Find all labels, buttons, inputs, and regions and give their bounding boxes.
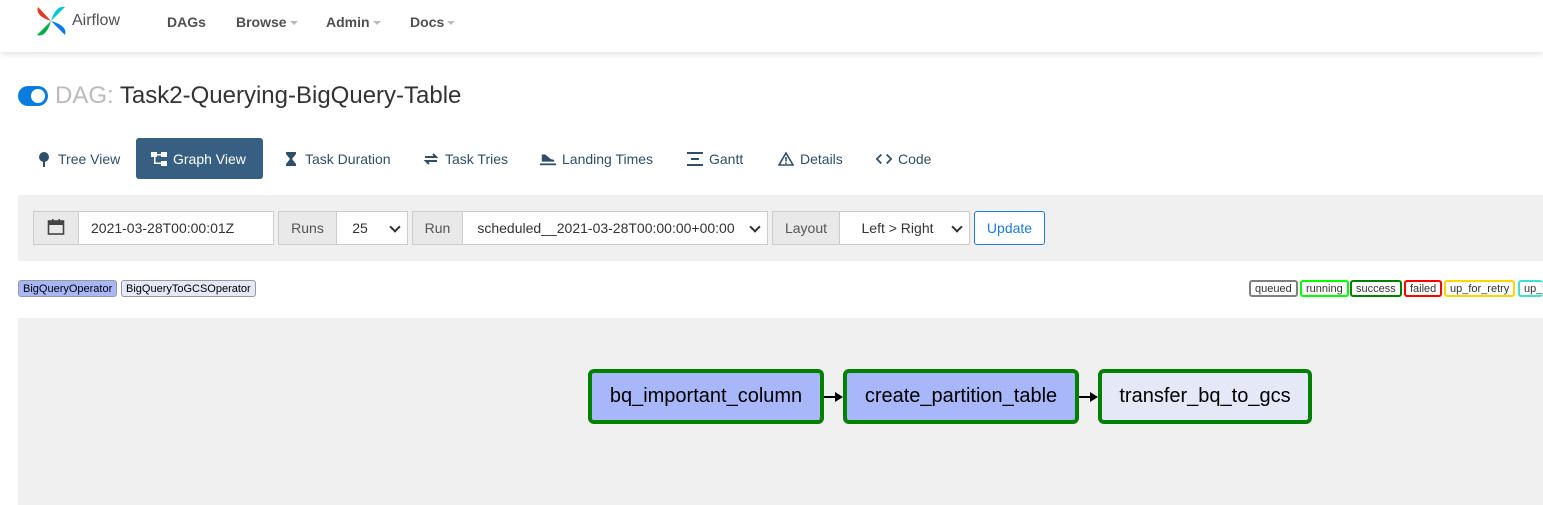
- legend-state-queued[interactable]: queued: [1249, 280, 1298, 297]
- caret-down-icon: [447, 21, 456, 25]
- run-select-value: scheduled__2021-03-28T00:00:00+00:00: [477, 220, 735, 236]
- legend-state-up-for-retry[interactable]: up_for_retry: [1444, 280, 1516, 297]
- chevron-down-icon: [749, 221, 761, 233]
- tab-graph-view[interactable]: Graph View: [136, 138, 263, 179]
- chevron-down-icon: [389, 221, 401, 233]
- dag-graph-canvas[interactable]: bq_important_column create_partition_tab…: [18, 318, 1543, 505]
- tab-label: Task Duration: [305, 150, 391, 167]
- run-label: Run: [412, 211, 463, 245]
- legend-state-up-for-reschedule[interactable]: up_t: [1518, 280, 1543, 297]
- legend-operator-bigquerytogcsoperator: BigQueryToGCSOperator: [121, 280, 256, 297]
- brand-name: Airflow: [72, 12, 121, 29]
- toggle-knob: [31, 89, 45, 103]
- nav-browse-label: Browse: [236, 14, 287, 30]
- graph-controls-bar: 2021-03-28T00:00:01Z Runs 25 Run schedul…: [18, 195, 1543, 261]
- run-select[interactable]: scheduled__2021-03-28T00:00:00+00:00: [462, 211, 768, 245]
- nav-admin-label: Admin: [326, 14, 370, 30]
- tab-label: Graph View: [173, 150, 246, 167]
- base-date-input[interactable]: 2021-03-28T00:00:01Z: [78, 211, 274, 245]
- task-node-transfer-bq-to-gcs[interactable]: transfer_bq_to_gcs: [1098, 369, 1312, 424]
- legend-state-failed[interactable]: failed: [1404, 280, 1443, 297]
- dag-prefix: DAG:: [55, 82, 114, 109]
- edge-line: [1079, 396, 1090, 398]
- legend-label: success: [1356, 282, 1396, 295]
- top-navbar: Airflow DAGs Browse Admin Docs: [0, 0, 1543, 52]
- gantt-icon: [687, 151, 703, 167]
- update-button-label: Update: [986, 220, 1033, 236]
- legend-state-success[interactable]: success: [1350, 280, 1402, 297]
- nav-browse-dropdown[interactable]: Browse: [236, 14, 298, 30]
- edge-line: [824, 396, 835, 398]
- tab-task-duration[interactable]: Task Duration: [268, 138, 406, 179]
- dag-pause-toggle[interactable]: [18, 86, 48, 106]
- nav-docs-dropdown[interactable]: Docs: [410, 14, 456, 30]
- runs-select[interactable]: 25: [336, 211, 408, 245]
- layout-select-value: Left > Right: [861, 220, 934, 236]
- caret-down-icon: [372, 21, 381, 25]
- tab-label: Landing Times: [562, 150, 654, 167]
- arrowhead-icon: [1090, 392, 1098, 402]
- tab-code[interactable]: Code: [861, 138, 946, 179]
- layout-select[interactable]: Left > Right: [839, 211, 970, 245]
- tab-label: Details: [800, 150, 843, 167]
- warning-icon: [778, 151, 794, 167]
- legend-label: failed: [1410, 282, 1437, 295]
- page-title: DAG: Task2-Querying-BigQuery-Table: [55, 82, 461, 110]
- caret-down-icon: [289, 21, 298, 25]
- tab-details[interactable]: Details: [763, 138, 858, 179]
- dag-name: Task2-Querying-BigQuery-Table: [119, 82, 462, 109]
- calendar-icon: [47, 218, 65, 239]
- legend-label: running: [1306, 282, 1343, 295]
- nav-admin-dropdown[interactable]: Admin: [326, 14, 381, 30]
- legend-label: up_for_retry: [1450, 282, 1510, 295]
- tab-label: Task Tries: [445, 150, 509, 167]
- graph-icon: [151, 151, 167, 167]
- brand-logo-link[interactable]: Airflow: [32, 2, 120, 40]
- airflow-pinwheel-icon: [37, 6, 66, 36]
- task-node-label: transfer_bq_to_gcs: [1119, 385, 1291, 407]
- legend-label: queued: [1255, 282, 1292, 295]
- nav-dags[interactable]: DAGs: [167, 14, 206, 30]
- legend-state-running[interactable]: running: [1300, 280, 1349, 297]
- arrowhead-icon: [835, 392, 843, 402]
- tab-gantt[interactable]: Gantt: [672, 138, 758, 179]
- landing-icon: [540, 151, 556, 167]
- tab-label: Gantt: [709, 150, 744, 167]
- tab-tree-view[interactable]: Tree View: [21, 138, 135, 179]
- task-node-create-partition-table[interactable]: create_partition_table: [843, 369, 1079, 424]
- legend-label: up_t: [1524, 282, 1543, 295]
- task-node-bq-important-column[interactable]: bq_important_column: [588, 369, 824, 424]
- retry-icon: [423, 151, 439, 167]
- nav-docs-label: Docs: [410, 14, 445, 30]
- base-date-value: 2021-03-28T00:00:01Z: [91, 220, 235, 236]
- legend-label: BigQueryToGCSOperator: [126, 282, 251, 295]
- runs-label-text: Runs: [291, 220, 324, 236]
- tree-icon: [36, 151, 52, 167]
- run-label-text: Run: [424, 220, 451, 236]
- layout-label-text: Layout: [784, 220, 828, 236]
- update-button[interactable]: Update: [974, 211, 1045, 245]
- code-icon: [876, 151, 892, 167]
- tab-label: Code: [898, 150, 932, 167]
- tab-task-tries[interactable]: Task Tries: [408, 138, 523, 179]
- layout-label: Layout: [772, 211, 840, 245]
- runs-select-value: 25: [352, 220, 368, 236]
- legend-operator-bigqueryoperator: BigQueryOperator: [18, 280, 118, 297]
- tab-landing-times[interactable]: Landing Times: [525, 138, 668, 179]
- task-node-label: bq_important_column: [609, 385, 803, 407]
- runs-label: Runs: [278, 211, 337, 245]
- date-picker-button[interactable]: [33, 211, 79, 245]
- hourglass-icon: [283, 151, 299, 167]
- tab-label: Tree View: [58, 150, 121, 167]
- chevron-down-icon: [951, 221, 963, 233]
- legend-label: BigQueryOperator: [23, 282, 113, 295]
- nav-dags-label: DAGs: [167, 14, 206, 30]
- task-node-label: create_partition_table: [864, 385, 1058, 407]
